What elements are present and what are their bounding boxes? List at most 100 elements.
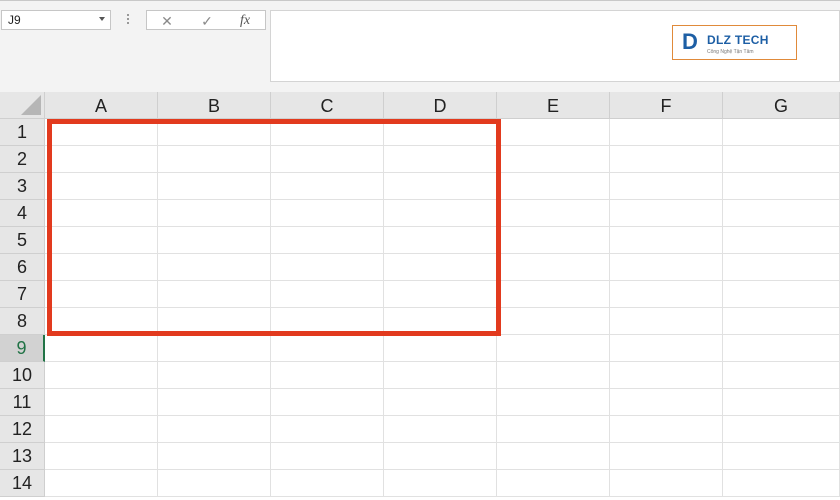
cell-d13[interactable] (384, 443, 497, 470)
cell-b7[interactable] (158, 281, 271, 308)
column-header-c[interactable]: C (271, 92, 384, 119)
cell-e4[interactable] (497, 200, 610, 227)
cell-g14[interactable] (723, 470, 840, 497)
cell-c6[interactable] (271, 254, 384, 281)
cell-c1[interactable] (271, 119, 384, 146)
column-header-g[interactable]: G (723, 92, 840, 119)
cell-a14[interactable] (45, 470, 158, 497)
cell-f5[interactable] (610, 227, 723, 254)
cell-b1[interactable] (158, 119, 271, 146)
cell-a1[interactable] (45, 119, 158, 146)
cell-c5[interactable] (271, 227, 384, 254)
cell-g3[interactable] (723, 173, 840, 200)
cell-a7[interactable] (45, 281, 158, 308)
cell-a2[interactable] (45, 146, 158, 173)
cell-b4[interactable] (158, 200, 271, 227)
cell-a10[interactable] (45, 362, 158, 389)
cell-b14[interactable] (158, 470, 271, 497)
cell-e11[interactable] (497, 389, 610, 416)
cell-g4[interactable] (723, 200, 840, 227)
cell-f2[interactable] (610, 146, 723, 173)
cell-f1[interactable] (610, 119, 723, 146)
cell-b3[interactable] (158, 173, 271, 200)
cell-g10[interactable] (723, 362, 840, 389)
cell-b8[interactable] (158, 308, 271, 335)
cell-d7[interactable] (384, 281, 497, 308)
cell-c3[interactable] (271, 173, 384, 200)
cell-f7[interactable] (610, 281, 723, 308)
cell-c14[interactable] (271, 470, 384, 497)
cell-d11[interactable] (384, 389, 497, 416)
cell-d10[interactable] (384, 362, 497, 389)
cell-e5[interactable] (497, 227, 610, 254)
row-header-13[interactable]: 13 (0, 443, 45, 470)
cell-f6[interactable] (610, 254, 723, 281)
cell-g8[interactable] (723, 308, 840, 335)
row-header-10[interactable]: 10 (0, 362, 45, 389)
cell-e8[interactable] (497, 308, 610, 335)
cell-c4[interactable] (271, 200, 384, 227)
cell-d1[interactable] (384, 119, 497, 146)
cell-g13[interactable] (723, 443, 840, 470)
insert-function-icon[interactable]: fx (233, 11, 257, 31)
chevron-down-icon[interactable] (99, 17, 105, 21)
cell-f13[interactable] (610, 443, 723, 470)
cell-e2[interactable] (497, 146, 610, 173)
cell-d3[interactable] (384, 173, 497, 200)
row-header-1[interactable]: 1 (0, 119, 45, 146)
row-header-14[interactable]: 14 (0, 470, 45, 497)
cell-a5[interactable] (45, 227, 158, 254)
cell-f14[interactable] (610, 470, 723, 497)
cancel-icon[interactable]: ✕ (155, 11, 179, 31)
cell-c8[interactable] (271, 308, 384, 335)
cell-f3[interactable] (610, 173, 723, 200)
cell-c10[interactable] (271, 362, 384, 389)
row-header-8[interactable]: 8 (0, 308, 45, 335)
cell-g1[interactable] (723, 119, 840, 146)
cell-d8[interactable] (384, 308, 497, 335)
cell-f12[interactable] (610, 416, 723, 443)
column-header-a[interactable]: A (45, 92, 158, 119)
cell-g12[interactable] (723, 416, 840, 443)
cell-c13[interactable] (271, 443, 384, 470)
cell-c12[interactable] (271, 416, 384, 443)
row-header-9[interactable]: 9 (0, 335, 45, 362)
cell-a8[interactable] (45, 308, 158, 335)
row-header-11[interactable]: 11 (0, 389, 45, 416)
column-header-b[interactable]: B (158, 92, 271, 119)
cell-a12[interactable] (45, 416, 158, 443)
cell-b5[interactable] (158, 227, 271, 254)
cell-g9[interactable] (723, 335, 840, 362)
cell-b13[interactable] (158, 443, 271, 470)
row-header-4[interactable]: 4 (0, 200, 45, 227)
cell-b2[interactable] (158, 146, 271, 173)
cell-g5[interactable] (723, 227, 840, 254)
row-header-7[interactable]: 7 (0, 281, 45, 308)
resize-handle-icon[interactable] (127, 14, 129, 26)
cell-a9[interactable] (45, 335, 158, 362)
row-header-2[interactable]: 2 (0, 146, 45, 173)
cell-d6[interactable] (384, 254, 497, 281)
cell-c2[interactable] (271, 146, 384, 173)
cell-e1[interactable] (497, 119, 610, 146)
cell-d2[interactable] (384, 146, 497, 173)
cell-f4[interactable] (610, 200, 723, 227)
cell-e12[interactable] (497, 416, 610, 443)
cell-d5[interactable] (384, 227, 497, 254)
column-header-e[interactable]: E (497, 92, 610, 119)
cell-b9[interactable] (158, 335, 271, 362)
cell-a13[interactable] (45, 443, 158, 470)
cell-f9[interactable] (610, 335, 723, 362)
cell-c7[interactable] (271, 281, 384, 308)
cell-c11[interactable] (271, 389, 384, 416)
cell-a6[interactable] (45, 254, 158, 281)
cell-e6[interactable] (497, 254, 610, 281)
cell-g11[interactable] (723, 389, 840, 416)
cell-e13[interactable] (497, 443, 610, 470)
cell-b11[interactable] (158, 389, 271, 416)
cell-d12[interactable] (384, 416, 497, 443)
cell-f10[interactable] (610, 362, 723, 389)
cell-d9[interactable] (384, 335, 497, 362)
cell-g7[interactable] (723, 281, 840, 308)
column-header-d[interactable]: D (384, 92, 497, 119)
